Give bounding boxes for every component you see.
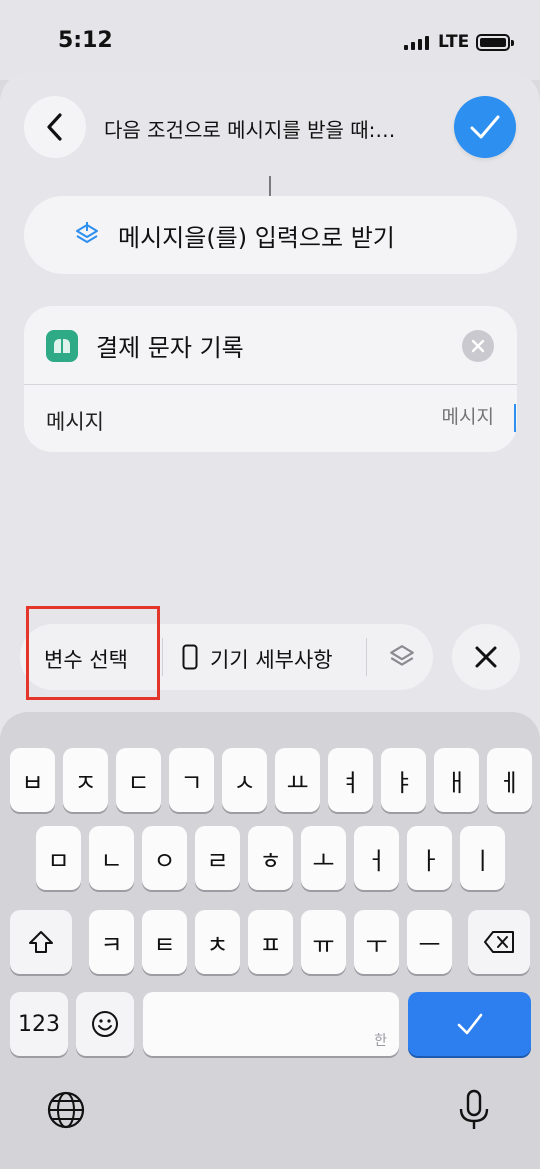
key[interactable]: ㅏ [407, 826, 452, 890]
phone-icon [182, 644, 198, 670]
checkmark-icon [457, 1013, 482, 1035]
key[interactable]: ㄹ [195, 826, 240, 890]
globe-icon[interactable] [44, 1088, 88, 1132]
chevron-left-icon [47, 113, 62, 141]
done-button[interactable] [454, 96, 516, 158]
clear-button[interactable] [462, 330, 494, 362]
key[interactable]: ㄱ [169, 748, 214, 812]
checkmark-icon [470, 115, 500, 139]
shift-key[interactable] [10, 910, 72, 974]
key[interactable]: ㅜ [354, 910, 399, 974]
page-title: 다음 조건으로 메시지를 받을 때:… [104, 118, 396, 142]
key[interactable]: ㅊ [195, 910, 240, 974]
key[interactable]: ㅣ [460, 826, 505, 890]
action-card: 결제 문자 기록 메시지 [24, 306, 517, 452]
key[interactable]: ㅔ [487, 748, 532, 812]
space-key[interactable]: 한 [143, 992, 399, 1056]
key[interactable]: ㅑ [381, 748, 426, 812]
shift-icon [29, 931, 53, 953]
key[interactable]: ㄴ [89, 826, 134, 890]
key[interactable]: ㅠ [301, 910, 346, 974]
close-icon [475, 646, 497, 668]
close-icon [471, 339, 485, 353]
shortcut-layers-icon [76, 222, 98, 243]
trigger-card[interactable]: 메시지을(를) 입력으로 받기 [24, 196, 517, 274]
backspace-icon [484, 931, 514, 953]
key[interactable]: ㄷ [116, 748, 161, 812]
microphone-icon[interactable] [452, 1088, 496, 1132]
battery-icon [476, 34, 514, 51]
device-details-button[interactable]: 기기 세부사항 [210, 644, 333, 674]
numbers-key[interactable]: 123 [10, 992, 68, 1056]
key[interactable]: ㅋ [89, 910, 134, 974]
back-button[interactable] [24, 96, 86, 158]
key[interactable]: ㅐ [434, 748, 479, 812]
status-bar: 5:12 LTE [0, 0, 540, 80]
message-input[interactable] [354, 406, 494, 428]
action-title: 결제 문자 기록 [96, 334, 244, 362]
app-icon [46, 330, 78, 362]
key[interactable]: ㅍ [248, 910, 293, 974]
key[interactable]: ㅂ [10, 748, 55, 812]
key[interactable]: ㅡ [407, 910, 452, 974]
highlight-annotation [26, 606, 160, 700]
emoji-key[interactable] [76, 992, 134, 1056]
delete-key[interactable] [468, 910, 530, 974]
separator [366, 638, 367, 676]
return-key[interactable] [408, 992, 531, 1056]
shortcut-layers-icon[interactable] [388, 642, 416, 672]
card-divider [24, 384, 517, 385]
key[interactable]: ㅈ [63, 748, 108, 812]
signal-icon [404, 36, 429, 50]
key[interactable]: ㅛ [275, 748, 320, 812]
message-field-label: 메시지 [46, 410, 104, 434]
key[interactable]: ㅁ [36, 826, 81, 890]
network-label: LTE [438, 32, 470, 52]
key[interactable]: ㅎ [248, 826, 293, 890]
flow-connector [269, 176, 271, 196]
key[interactable]: ㅗ [301, 826, 346, 890]
key[interactable]: ㅕ [328, 748, 373, 812]
keyboard: ㅂ ㅈ ㄷ ㄱ ㅅ ㅛ ㅕ ㅑ ㅐ ㅔ ㅁ ㄴ ㅇ ㄹ ㅎ ㅗ ㅓ ㅏ ㅣ ㅋ … [0, 712, 540, 1169]
trigger-label: 메시지을(를) 입력으로 받기 [118, 224, 395, 252]
key[interactable]: ㅇ [142, 826, 187, 890]
emoji-icon [92, 1011, 118, 1037]
key[interactable]: ㅅ [222, 748, 267, 812]
close-variable-bar-button[interactable] [452, 624, 520, 690]
key[interactable]: ㅓ [354, 826, 399, 890]
text-caret [514, 404, 516, 432]
separator [162, 638, 163, 676]
key[interactable]: ㅌ [142, 910, 187, 974]
status-time: 5:12 [58, 28, 113, 53]
